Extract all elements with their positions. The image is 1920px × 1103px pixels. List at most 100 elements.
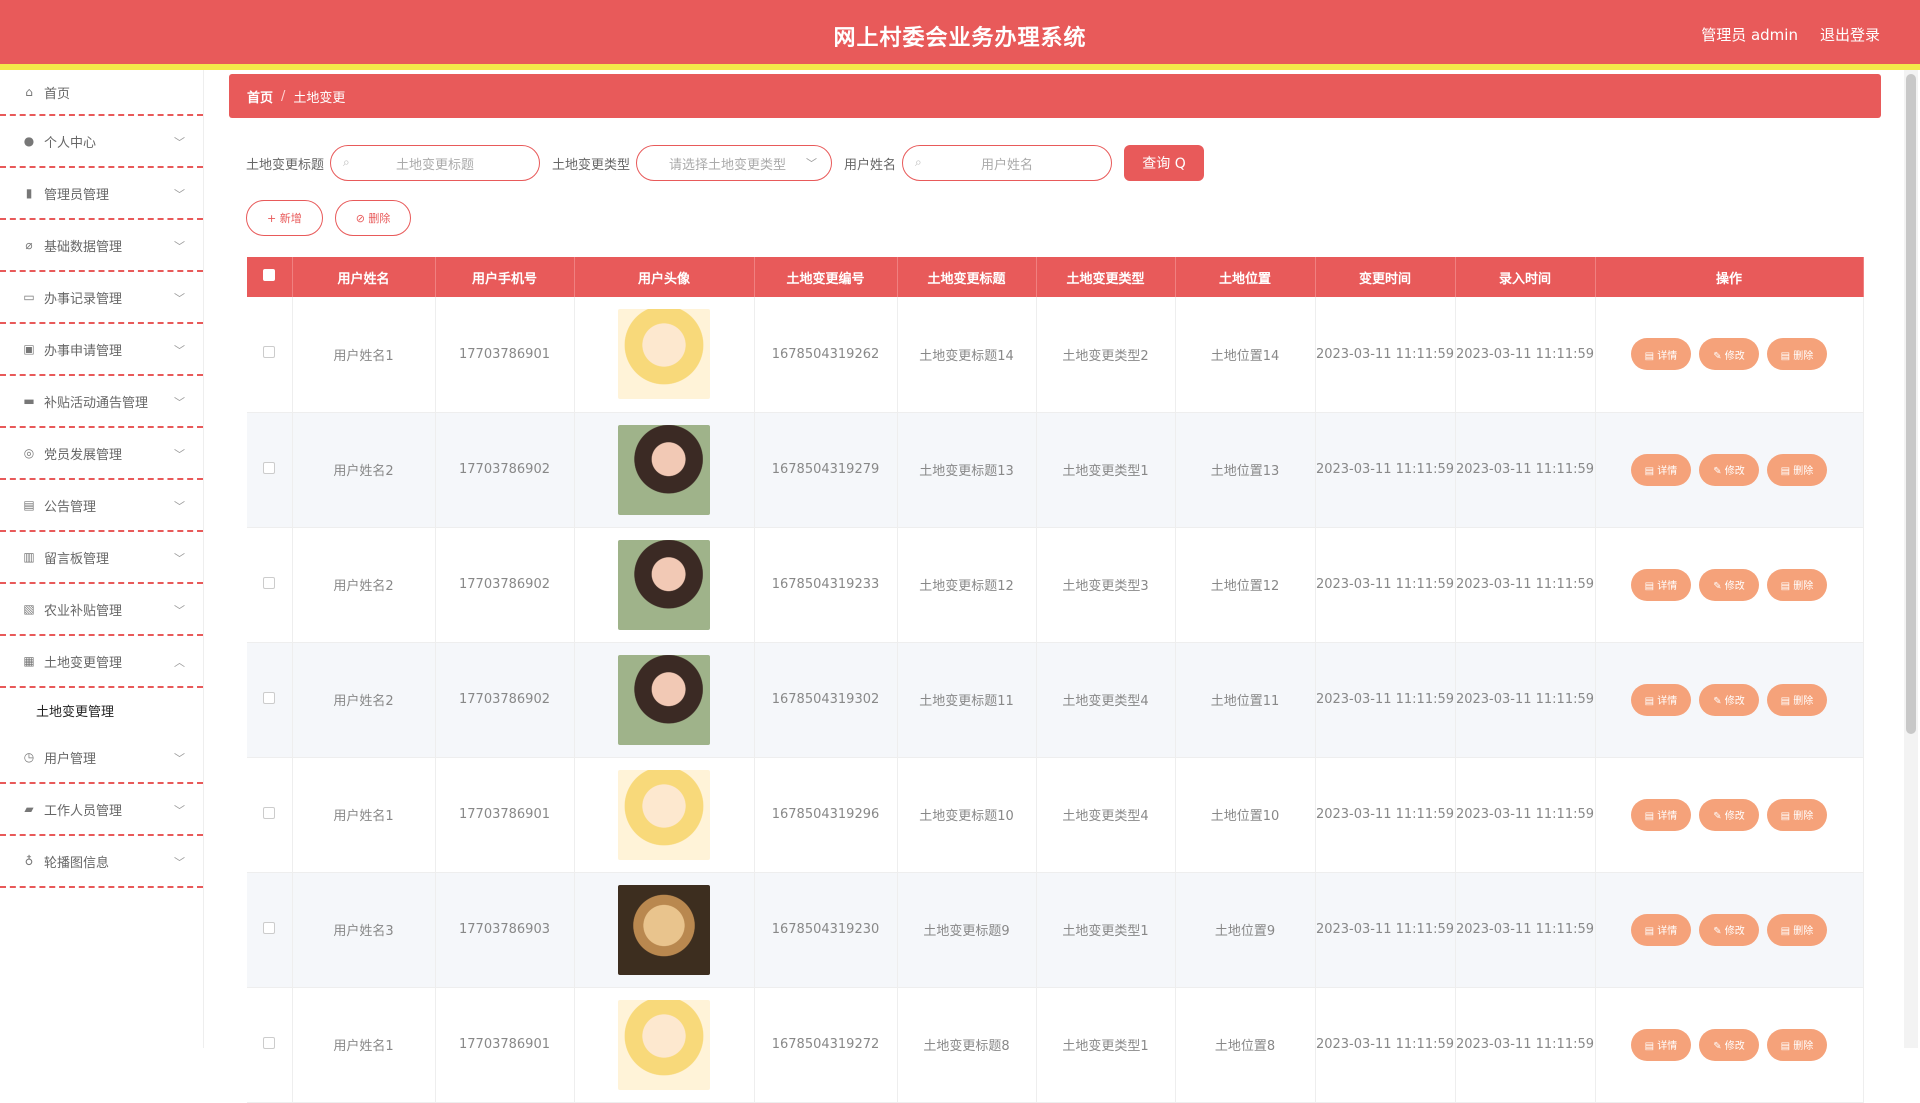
search-icon: ⌕: [343, 155, 350, 169]
detail-button[interactable]: ▤ 详情: [1631, 683, 1691, 716]
sidebar-item-records[interactable]: ▭ 办事记录管理 ﹀: [0, 272, 203, 324]
sidebar-item-applications[interactable]: ▣ 办事申请管理 ﹀: [0, 324, 203, 376]
detail-button[interactable]: ▤ 详情: [1631, 568, 1691, 601]
add-button[interactable]: + 新增: [246, 200, 323, 236]
sidebar-item-label: 党员发展管理: [44, 447, 123, 463]
cell-operations: ▤ 详情 ✎ 修改 ▤ 删除: [1595, 642, 1864, 758]
row-delete-button[interactable]: ▤ 删除: [1767, 1028, 1827, 1061]
cell-phone: 17703786902: [435, 412, 575, 528]
chevron-down-icon: ﹀: [174, 292, 185, 305]
sidebar-item-staff[interactable]: ▰ 工作人员管理 ﹀: [0, 784, 203, 836]
table-row: 用户姓名1 17703786901 1678504319262 土地变更标题14 土地变…: [247, 297, 1864, 413]
sidebar-item-subsidy-notice[interactable]: ▬ 补贴活动通告管理 ﹀: [0, 376, 203, 428]
edit-button[interactable]: ✎ 修改: [1699, 568, 1759, 601]
breadcrumb-separator: /: [281, 88, 286, 104]
sidebar-item-party[interactable]: ◎ 党员发展管理 ﹀: [0, 428, 203, 480]
sidebar-item-label: 农业补贴管理: [44, 603, 123, 619]
delete-button[interactable]: ⊘ 删除: [334, 200, 412, 236]
sidebar-item-basic-data[interactable]: ⌀ 基础数据管理 ﹀: [0, 220, 203, 272]
top-bar: 网上村委会业务办理系统 管理员 admin 退出登录: [0, 0, 1920, 64]
row-checkbox[interactable]: [263, 806, 276, 819]
detail-button[interactable]: ▤ 详情: [1631, 338, 1691, 371]
avatar: [618, 769, 710, 860]
row-delete-button[interactable]: ▤ 删除: [1767, 453, 1827, 486]
cell-change-time: 2023-03-11 11:11:59: [1315, 872, 1456, 988]
row-checkbox[interactable]: [263, 1036, 276, 1049]
land-icon: ▦: [23, 654, 35, 668]
row-delete-button[interactable]: ▤ 删除: [1767, 913, 1827, 946]
breadcrumb-home[interactable]: 首页: [247, 87, 273, 106]
edit-button[interactable]: ✎ 修改: [1699, 1028, 1759, 1061]
chevron-down-icon: ﹀: [174, 448, 185, 461]
row-checkbox[interactable]: [263, 346, 276, 359]
row-delete-button[interactable]: ▤ 删除: [1767, 568, 1827, 601]
cell-number: 1678504319262: [754, 297, 898, 413]
query-button[interactable]: 查询 Q: [1124, 145, 1205, 181]
detail-button[interactable]: ▤ 详情: [1631, 453, 1691, 486]
detail-button[interactable]: ▤ 详情: [1631, 913, 1691, 946]
edit-button[interactable]: ✎ 修改: [1699, 683, 1759, 716]
select-all-checkbox[interactable]: [263, 269, 276, 281]
data-table: 用户姓名 用户手机号 用户头像 土地变更编号 土地变更标题 土地变更类型 土地位…: [247, 257, 1864, 1103]
row-delete-button[interactable]: ▤ 删除: [1767, 683, 1827, 716]
name-search-label: 用户姓名: [844, 157, 897, 173]
party-icon: ◎: [23, 446, 35, 460]
top-bar-stripe: [0, 64, 1920, 70]
sidebar-subitem-land-change[interactable]: 土地变更管理: [0, 688, 203, 732]
edit-button[interactable]: ✎ 修改: [1699, 453, 1759, 486]
operation-buttons: ▤ 详情 ✎ 修改 ▤ 删除: [1596, 798, 1863, 831]
page-scrollbar[interactable]: [1904, 70, 1918, 1048]
header-avatar: 用户头像: [574, 257, 755, 297]
row-checkbox[interactable]: [263, 461, 276, 474]
header-type: 土地变更类型: [1036, 257, 1176, 297]
row-checkbox[interactable]: [263, 691, 276, 704]
sidebar-item-agri-subsidy[interactable]: ▧ 农业补贴管理 ﹀: [0, 584, 203, 636]
row-select-cell: [247, 642, 293, 758]
cell-type: 土地变更类型4: [1036, 642, 1176, 758]
avatar: [618, 999, 710, 1090]
sidebar-item-admin[interactable]: ▮ 管理员管理 ﹀: [0, 168, 203, 220]
cell-number: 1678504319230: [754, 872, 898, 988]
cell-entry-time: 2023-03-11 11:11:59: [1455, 757, 1596, 873]
header-change-time: 变更时间: [1315, 257, 1456, 297]
cell-number: 1678504319272: [754, 987, 898, 1103]
sidebar-item-label: 补贴活动通告管理: [44, 395, 149, 411]
sidebar-item-home[interactable]: ⌂ 首页: [0, 70, 203, 116]
name-search-input[interactable]: ⌕ 用户姓名: [902, 145, 1113, 181]
cell-title: 土地变更标题14: [897, 297, 1037, 413]
admin-user-link[interactable]: 管理员 admin: [1701, 24, 1798, 45]
edit-button[interactable]: ✎ 修改: [1699, 913, 1759, 946]
sidebar-item-profile[interactable]: ● 个人中心 ﹀: [0, 116, 203, 168]
cell-operations: ▤ 详情 ✎ 修改 ▤ 删除: [1595, 297, 1864, 413]
sidebar-item-carousel[interactable]: ♁ 轮播图信息 ﹀: [0, 836, 203, 888]
staff-icon: ▰: [24, 802, 34, 816]
title-search-input[interactable]: ⌕ 土地变更标题: [330, 145, 541, 181]
edit-button[interactable]: ✎ 修改: [1699, 798, 1759, 831]
chevron-down-icon: ﹀: [174, 552, 185, 565]
user-icon: ●: [23, 134, 35, 148]
sidebar-item-land-change[interactable]: ▦ 土地变更管理 ︿: [0, 636, 203, 688]
row-select-cell: [247, 297, 293, 413]
cell-operations: ▤ 详情 ✎ 修改 ▤ 删除: [1595, 987, 1864, 1103]
table-row: 用户姓名2 17703786902 1678504319233 土地变更标题12 土地变…: [247, 527, 1864, 643]
row-checkbox[interactable]: [263, 576, 276, 589]
chevron-up-icon: ︿: [174, 656, 185, 669]
detail-button[interactable]: ▤ 详情: [1631, 1028, 1691, 1061]
row-checkbox[interactable]: [263, 921, 276, 934]
sidebar-item-users[interactable]: ◷ 用户管理 ﹀: [0, 732, 203, 784]
row-delete-button[interactable]: ▤ 删除: [1767, 338, 1827, 371]
sidebar-item-bulletin[interactable]: ▤ 公告管理 ﹀: [0, 480, 203, 532]
logout-link[interactable]: 退出登录: [1820, 24, 1880, 45]
scrollbar-thumb[interactable]: [1906, 74, 1916, 734]
sidebar-item-label: 轮播图信息: [44, 855, 110, 871]
subsidy-icon: ▧: [23, 602, 35, 616]
cell-type: 土地变更类型1: [1036, 872, 1176, 988]
type-select[interactable]: 请选择土地变更类型 ﹀: [636, 145, 833, 181]
row-delete-button[interactable]: ▤ 删除: [1767, 798, 1827, 831]
cell-change-time: 2023-03-11 11:11:59: [1315, 642, 1456, 758]
sidebar-item-messages[interactable]: ▥ 留言板管理 ﹀: [0, 532, 203, 584]
edit-button[interactable]: ✎ 修改: [1699, 338, 1759, 371]
row-select-cell: [247, 757, 293, 873]
chevron-down-icon: ﹀: [174, 804, 185, 817]
detail-button[interactable]: ▤ 详情: [1631, 798, 1691, 831]
